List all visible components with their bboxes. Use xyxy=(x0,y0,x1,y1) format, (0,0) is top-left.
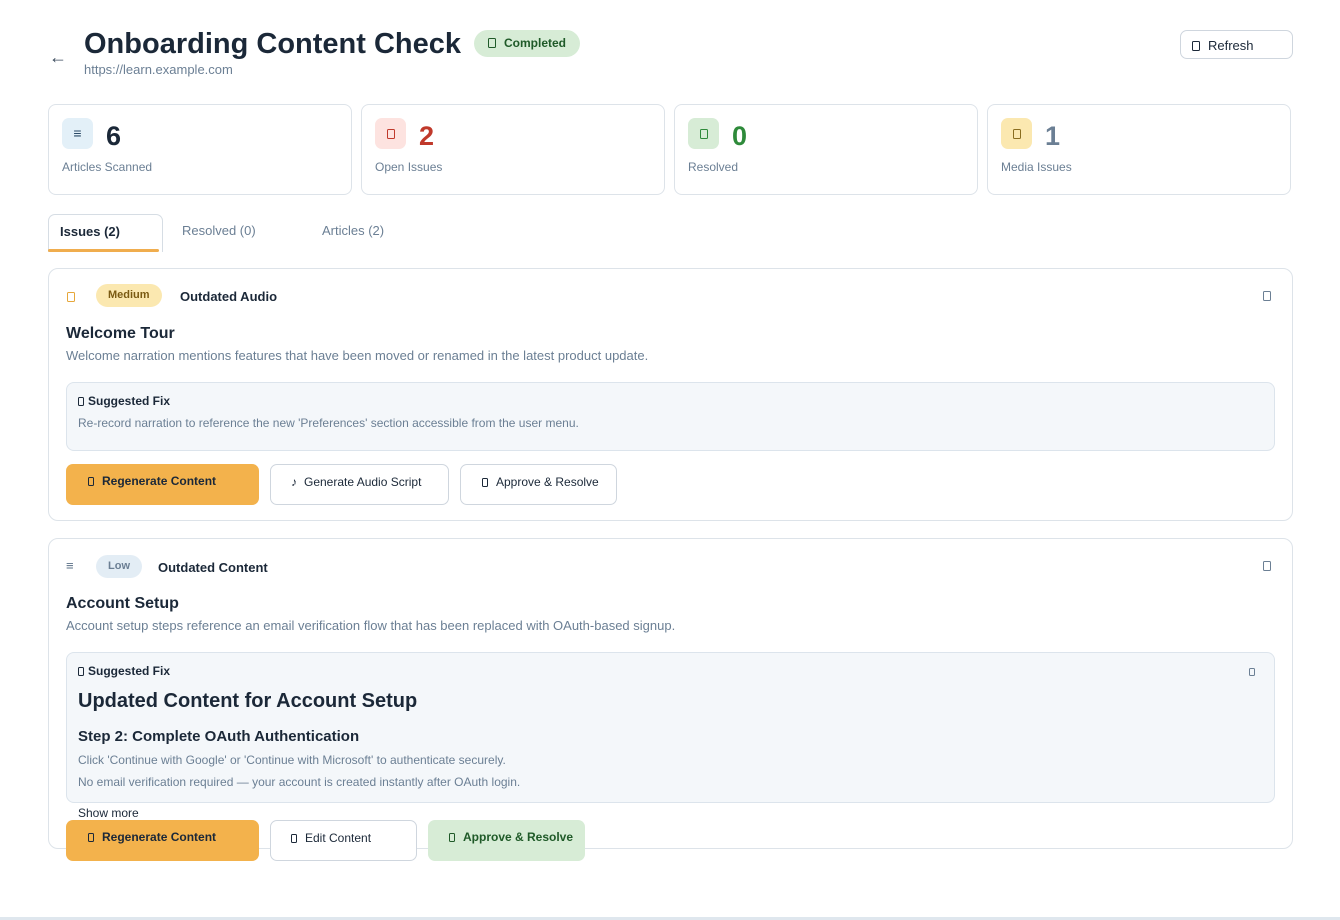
dismiss-icon[interactable] xyxy=(1263,289,1271,303)
fix-content-line: Click 'Continue with Google' or 'Continu… xyxy=(78,753,506,767)
tab-issues[interactable]: Issues (2) xyxy=(48,214,163,252)
suggested-fix-heading: Suggested Fix xyxy=(78,394,170,408)
check-icon xyxy=(488,38,496,48)
tab-resolved[interactable]: Resolved (0) xyxy=(182,214,256,252)
stat-label: Articles Scanned xyxy=(62,160,153,174)
stat-value: 6 xyxy=(106,121,122,151)
site-url: https://learn.example.com xyxy=(84,62,233,77)
severity-badge: Medium xyxy=(96,284,162,307)
back-arrow-icon[interactable]: ← xyxy=(49,46,69,68)
check-icon xyxy=(482,478,488,487)
check-icon xyxy=(688,118,719,149)
issue-description: Account setup steps reference an email v… xyxy=(66,618,676,633)
stat-card-open-issues: 2 Open Issues xyxy=(361,104,665,195)
regenerate-content-button[interactable]: Regenerate Content xyxy=(66,820,259,861)
stat-label: Resolved xyxy=(688,160,739,174)
issue-card: Medium Outdated Audio Welcome Tour Welco… xyxy=(48,268,1293,521)
copy-icon[interactable] xyxy=(1249,664,1255,678)
suggested-fix-heading: Suggested Fix xyxy=(78,664,170,678)
stat-value: 2 xyxy=(419,121,435,151)
fix-content-heading: Updated Content for Account Setup xyxy=(78,690,418,712)
fix-content-subheading: Step 2: Complete OAuth Authentication xyxy=(78,728,360,745)
issue-type: Outdated Content xyxy=(158,560,268,575)
music-note-icon: ♪ xyxy=(291,475,297,489)
list-icon: ≡ xyxy=(62,118,93,149)
stat-card-media-issues: 1 Media Issues xyxy=(987,104,1291,195)
suggested-fix-text: Re-record narration to reference the new… xyxy=(78,416,579,430)
regenerate-content-button[interactable]: Regenerate Content xyxy=(66,464,259,505)
lightbulb-icon xyxy=(78,667,84,676)
issue-type: Outdated Audio xyxy=(180,289,278,304)
article-title: Welcome Tour xyxy=(66,325,175,342)
page-title: Onboarding Content Check xyxy=(84,28,461,60)
alert-icon xyxy=(375,118,406,149)
stat-label: Open Issues xyxy=(375,160,443,174)
issue-description: Welcome narration mentions features that… xyxy=(66,348,649,363)
sparkle-icon xyxy=(88,833,94,842)
approve-resolve-button[interactable]: Approve & Resolve xyxy=(428,820,585,861)
stat-value: 1 xyxy=(1045,121,1061,151)
suggested-fix-box: Suggested Fix Re-record narration to ref… xyxy=(66,382,1275,451)
dismiss-icon[interactable] xyxy=(1263,559,1271,573)
lightbulb-icon xyxy=(78,397,84,406)
audio-icon xyxy=(1001,118,1032,149)
fix-content-line: No email verification required — your ac… xyxy=(78,775,521,789)
stat-value: 0 xyxy=(732,121,748,151)
list-icon: ≡ xyxy=(66,558,74,573)
stat-card-articles-scanned: ≡ 6 Articles Scanned xyxy=(48,104,352,195)
issue-card: ≡ Low Outdated Content Account Setup Acc… xyxy=(48,538,1293,849)
tab-articles[interactable]: Articles (2) xyxy=(322,214,384,252)
status-badge: Completed xyxy=(474,30,581,57)
generate-audio-script-button[interactable]: ♪ Generate Audio Script xyxy=(270,464,449,505)
refresh-icon xyxy=(1192,41,1200,51)
status-label: Completed xyxy=(504,36,567,50)
refresh-button[interactable]: Refresh xyxy=(1180,30,1293,59)
article-title: Account Setup xyxy=(66,595,179,612)
stat-card-resolved: 0 Resolved xyxy=(674,104,978,195)
sparkle-icon xyxy=(88,477,94,486)
approve-resolve-button[interactable]: Approve & Resolve xyxy=(460,464,617,505)
edit-icon xyxy=(291,834,297,843)
refresh-label: Refresh xyxy=(1208,38,1254,53)
check-icon xyxy=(449,833,455,842)
edit-content-button[interactable]: Edit Content xyxy=(270,820,417,861)
audio-icon xyxy=(67,289,75,304)
stat-label: Media Issues xyxy=(1001,160,1072,174)
severity-badge: Low xyxy=(96,555,142,578)
suggested-fix-box: Suggested Fix Updated Content for Accoun… xyxy=(66,652,1275,803)
show-more-link[interactable]: Show more xyxy=(78,806,139,820)
